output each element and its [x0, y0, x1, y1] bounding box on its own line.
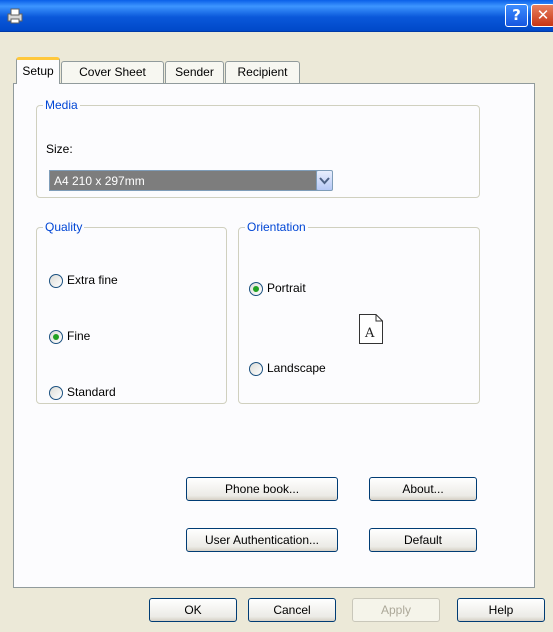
quality-standard-radio[interactable] — [49, 386, 63, 400]
default-button[interactable]: Default — [369, 528, 477, 552]
preview-letter: A — [364, 326, 375, 341]
size-dropdown-button[interactable] — [316, 170, 333, 191]
radio-selected-dot — [253, 286, 259, 292]
size-select-value: A4 210 x 297mm — [54, 174, 145, 188]
about-button[interactable]: About... — [369, 477, 477, 501]
help-button[interactable]: Help — [457, 598, 545, 622]
size-label: Size: — [46, 142, 73, 156]
orientation-landscape-radio[interactable] — [249, 362, 263, 376]
phone-book-button[interactable]: Phone book... — [186, 477, 338, 501]
tab-setup[interactable]: Setup — [16, 57, 60, 84]
quality-fine-label[interactable]: Fine — [67, 329, 90, 343]
media-group: Media Size: A4 210 x 297mm — [36, 98, 480, 198]
setup-panel: Media Size: A4 210 x 297mm Quality Extra… — [13, 83, 535, 588]
quality-legend: Quality — [45, 220, 83, 234]
tab-cover-sheet[interactable]: Cover Sheet — [61, 61, 164, 83]
orientation-landscape-label[interactable]: Landscape — [267, 361, 326, 375]
quality-group: Quality Extra fine Fine Standard — [36, 220, 227, 404]
title-bar[interactable]: ? ✕ — [0, 0, 553, 32]
quality-extra-fine-radio[interactable] — [49, 274, 63, 288]
quality-standard-label[interactable]: Standard — [67, 385, 116, 399]
tab-sender[interactable]: Sender — [165, 61, 224, 83]
size-select[interactable]: A4 210 x 297mm — [49, 170, 329, 191]
quality-fine-radio[interactable] — [49, 330, 63, 344]
apply-button[interactable]: Apply — [352, 598, 440, 622]
media-legend: Media — [45, 98, 78, 112]
chevron-down-icon — [319, 177, 330, 185]
printer-icon — [7, 8, 23, 24]
cancel-button[interactable]: Cancel — [248, 598, 336, 622]
close-button[interactable]: ✕ — [531, 4, 553, 27]
ok-button[interactable]: OK — [149, 598, 237, 622]
radio-selected-dot — [53, 334, 59, 340]
user-authentication-button[interactable]: User Authentication... — [186, 528, 338, 552]
orientation-legend: Orientation — [247, 220, 306, 234]
quality-extra-fine-label[interactable]: Extra fine — [67, 273, 118, 287]
close-icon: ✕ — [536, 6, 550, 24]
portrait-page-icon: A — [359, 314, 383, 344]
help-title-button[interactable]: ? — [505, 4, 528, 27]
orientation-portrait-radio[interactable] — [249, 282, 263, 296]
orientation-group: Orientation Portrait Landscape A — [238, 220, 480, 404]
tab-recipient[interactable]: Recipient — [225, 61, 300, 83]
orientation-portrait-label[interactable]: Portrait — [267, 281, 306, 295]
